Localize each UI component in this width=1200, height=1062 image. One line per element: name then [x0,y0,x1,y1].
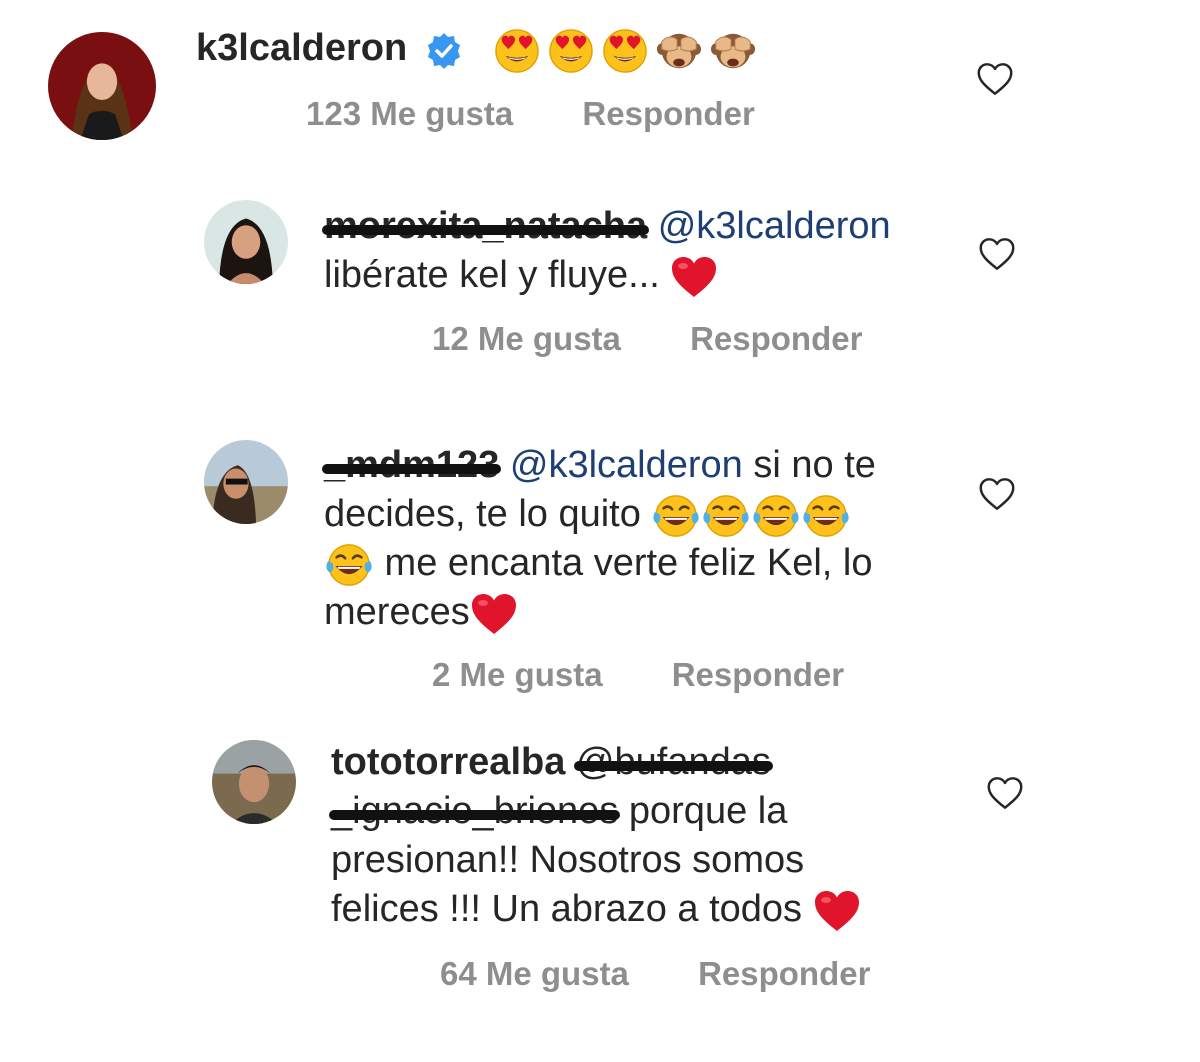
comment-meta: 12 Me gusta Responder [432,320,862,358]
likes-count-link[interactable]: 2 Me gusta [432,656,603,694]
comment-meta: 64 Me gusta Responder [440,955,870,993]
mention-link[interactable]: @k3lcalderon [510,444,743,486]
likes-count-link[interactable]: 64 Me gusta [440,955,629,993]
red-heart-emoji [813,889,861,933]
heart-eyes-emoji [546,28,596,74]
avatar[interactable] [204,200,288,284]
like-heart-outline-icon[interactable] [986,776,1024,810]
comment-text: me encanta verte feliz Kel, lo [374,542,873,584]
comment-meta: 123 Me gusta Responder [306,95,755,133]
comment-text: mereces [324,591,470,633]
comment-text: libérate kel y fluye... [324,254,660,296]
heart-eyes-emoji [492,28,542,74]
tears-of-joy-emoji [751,493,801,539]
red-heart-emoji [670,255,718,299]
comment-meta: 2 Me gusta Responder [432,656,844,694]
comment-text: si no te [742,444,876,486]
emoji-row [492,28,758,74]
tears-of-joy-emoji [701,493,751,539]
comment-text: porque la [618,790,788,832]
avatar[interactable] [204,440,288,524]
red-heart-emoji [470,592,518,636]
verified-badge-icon [424,31,464,76]
like-heart-outline-icon[interactable] [978,237,1016,271]
see-no-evil-monkey-emoji [654,28,704,74]
comment-username[interactable]: k3lcalderon [196,24,407,73]
reply-button[interactable]: Responder [672,656,844,694]
comment-text: presionan!! Nosotros somos [331,839,805,881]
like-heart-outline-icon[interactable] [978,477,1016,511]
redacted-username[interactable]: morexita_natacha [324,202,647,251]
tears-of-joy-emoji [801,493,851,539]
tears-of-joy-emoji [651,493,701,539]
comment-text: felices !!! Un abrazo a todos [331,888,803,930]
comment-body: _mdm123 @k3lcalderon si no te decides, t… [324,441,964,637]
mention-link[interactable]: @k3lcalderon [658,205,891,247]
comment-body: morexita_natacha @k3lcalderon libérate k… [324,202,964,300]
reply-button[interactable]: Responder [690,320,862,358]
heart-eyes-emoji [600,28,650,74]
reply-button[interactable]: Responder [582,95,754,133]
avatar[interactable] [212,740,296,824]
redacted-username[interactable]: _mdm123 [324,441,499,490]
likes-count-link[interactable]: 12 Me gusta [432,320,621,358]
likes-count-link[interactable]: 123 Me gusta [306,95,513,133]
username-text[interactable]: k3lcalderon [196,27,407,69]
reply-button[interactable]: Responder [698,955,870,993]
username-text[interactable]: tototorrealba [331,741,565,783]
comment-body: tototorrealba @bufandas _ignacio_briones… [331,738,971,934]
redacted-mention-link[interactable]: _ignacio_briones [331,787,618,836]
see-no-evil-monkey-emoji [708,28,758,74]
redacted-mention-link[interactable]: @bufandas [576,738,771,787]
like-heart-outline-icon[interactable] [976,62,1014,96]
tears-of-joy-emoji [324,542,374,588]
comment-text: decides, te lo quito [324,493,641,535]
avatar[interactable] [48,32,156,140]
